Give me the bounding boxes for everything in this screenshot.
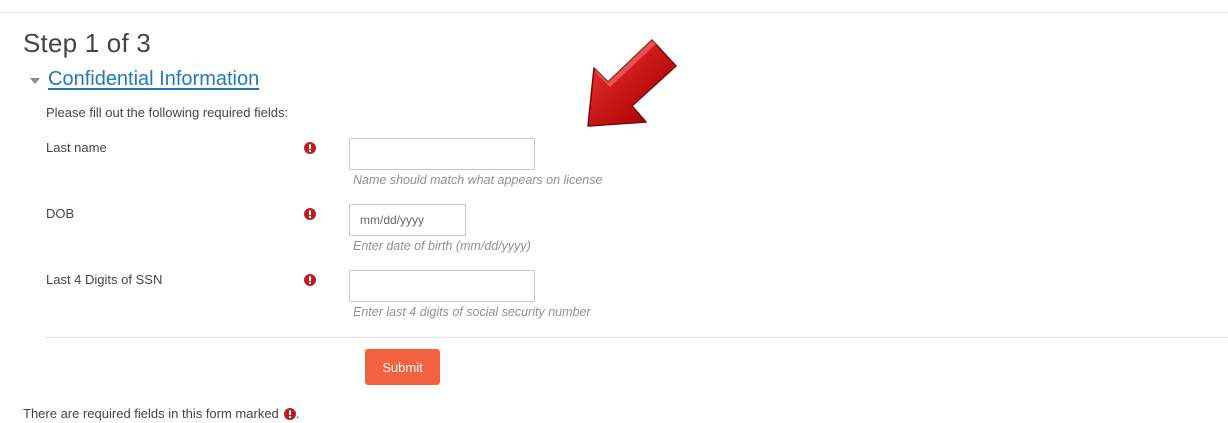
required-icon (304, 274, 316, 286)
last-name-help: Name should match what appears on licens… (353, 173, 603, 187)
form-divider (46, 337, 1228, 338)
last-name-label: Last name (46, 140, 107, 155)
caret-down-icon (30, 77, 40, 84)
dob-label: DOB (46, 206, 75, 221)
required-icon (304, 208, 316, 220)
required-icon (283, 407, 296, 420)
section-toggle-confidential[interactable]: Confidential Information (30, 68, 259, 91)
red-arrow-annotation (587, 39, 677, 127)
submit-button[interactable]: Submit (365, 349, 440, 385)
ssn-help: Enter last 4 digits of social security n… (353, 305, 591, 319)
required-icon (304, 142, 316, 154)
top-border (0, 12, 1228, 13)
required-note-text: There are required fields in this form m… (23, 406, 279, 421)
required-fields-note: There are required fields in this form m… (23, 406, 299, 421)
ssn-label: Last 4 Digits of SSN (46, 272, 163, 287)
dob-help: Enter date of birth (mm/dd/yyyy) (353, 239, 531, 253)
form-instructions: Please fill out the following required f… (46, 105, 289, 120)
required-note-period: . (295, 406, 300, 421)
dob-input[interactable] (349, 204, 466, 236)
page-title: Step 1 of 3 (23, 28, 151, 58)
section-title-link[interactable]: Confidential Information (48, 68, 259, 91)
ssn-input[interactable] (349, 270, 535, 302)
last-name-input[interactable] (349, 138, 535, 170)
